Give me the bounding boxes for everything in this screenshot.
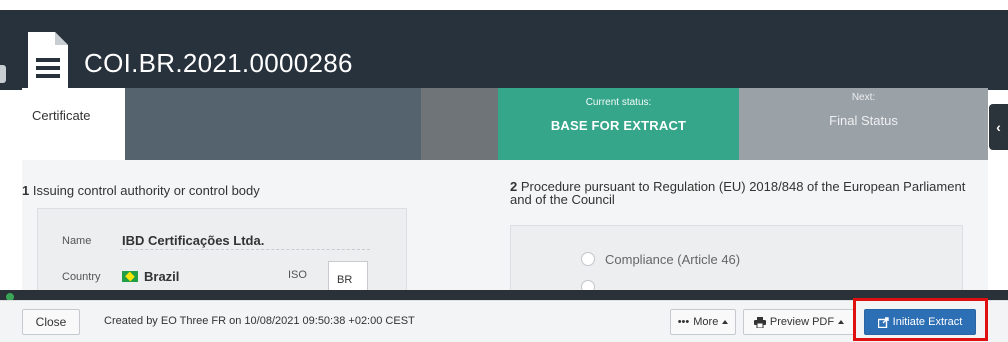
country-label: Country — [62, 271, 101, 283]
tab-placeholder-2 — [421, 88, 498, 160]
highlight-annotation — [853, 298, 988, 341]
section-1-heading: 1 Issuing control authority or control b… — [22, 183, 260, 198]
compliance-radio-label: Compliance (Article 46) — [605, 252, 741, 267]
print-icon — [753, 316, 766, 328]
preview-pdf-label: Preview PDF — [769, 316, 835, 328]
tab-certificate[interactable]: Certificate — [22, 88, 125, 160]
next-status-value: Final Status — [829, 113, 898, 128]
iso-value: BR — [337, 274, 353, 286]
certificate-content: 1 Issuing control authority or control b… — [22, 160, 988, 305]
section-2-heading: 2 Procedure pursuant to Regulation (EU) … — [510, 180, 970, 206]
document-icon — [28, 32, 68, 88]
close-button-label: Close — [35, 315, 67, 329]
name-underline — [120, 249, 370, 250]
side-panel-toggle[interactable]: ‹ — [989, 104, 1008, 150]
next-status-tab[interactable]: Next: Final Status — [739, 88, 988, 160]
name-label: Name — [62, 235, 92, 247]
top-strip — [0, 0, 1008, 10]
tab-certificate-label: Certificate — [32, 108, 91, 123]
compliance-radio[interactable] — [581, 252, 595, 266]
ellipsis-icon: ••• — [677, 316, 690, 328]
country-value: Brazil — [144, 269, 180, 284]
page-header: COI.BR.2021.0000286 — [0, 10, 1008, 90]
more-button[interactable]: ••• More — [670, 309, 736, 335]
chevron-left-icon: ‹ — [996, 119, 1001, 135]
brazil-flag-icon — [122, 271, 138, 282]
tab-placeholder-1 — [125, 88, 421, 160]
caret-up-icon — [838, 320, 845, 324]
current-status-value: BASE FOR EXTRACT — [550, 118, 687, 133]
preview-pdf-button[interactable]: Preview PDF — [743, 309, 855, 335]
page-title: COI.BR.2021.0000286 — [84, 48, 353, 78]
name-value: IBD Certificações Ltda. — [122, 233, 265, 248]
section-2-title: Procedure pursuant to Regulation (EU) 20… — [510, 179, 966, 207]
left-panel-handle[interactable] — [0, 65, 6, 83]
issuing-authority-box: Name IBD Certificações Ltda. Country Bra… — [37, 208, 407, 298]
more-button-label: More — [693, 316, 719, 328]
next-status-label: Next: — [851, 92, 876, 103]
section-1-title: Issuing control authority or control bod… — [32, 183, 260, 198]
created-info: Created by EO Three FR on 10/08/2021 09:… — [104, 315, 415, 327]
iso-label: ISO — [288, 269, 307, 281]
current-status-tab: Current status: BASE FOR EXTRACT — [498, 88, 739, 160]
section-1-number: 1 — [22, 183, 30, 198]
iso-field[interactable]: BR — [328, 261, 368, 291]
current-status-label: Current status: — [585, 97, 652, 108]
caret-up-icon — [722, 320, 729, 324]
close-button[interactable]: Close — [22, 309, 80, 335]
status-tabbar: Certificate Current status: BASE FOR EXT… — [22, 88, 988, 160]
